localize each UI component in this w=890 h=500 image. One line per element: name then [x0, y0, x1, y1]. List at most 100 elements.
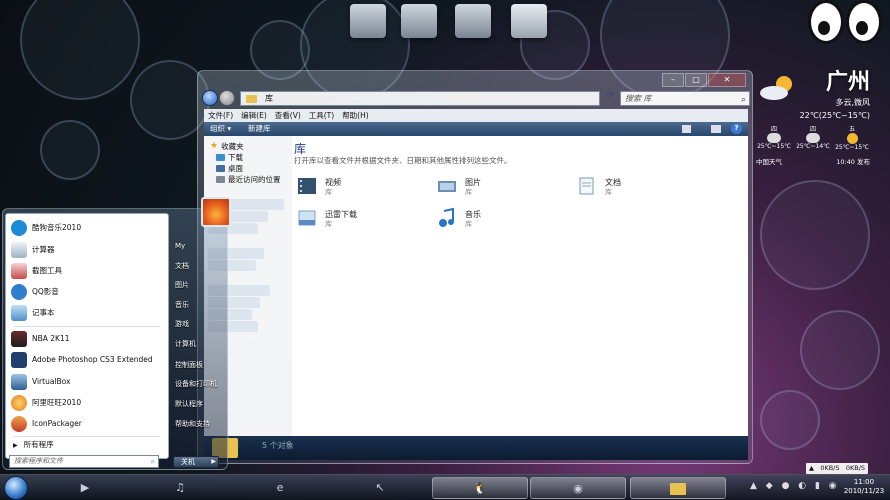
wallpaper-bubble — [20, 0, 140, 100]
command-bar: 组织 ▾ 新建库 ? — [204, 122, 748, 136]
net-up-value: 0KB/S — [820, 464, 840, 472]
explorer-window[interactable]: – □ ✕ 库 ⟳ 搜索 库 ⌕ 文件(F) 编辑(E) 查看(V) 工具(T)… — [197, 70, 753, 464]
nba-icon — [11, 330, 27, 347]
start-button[interactable] — [4, 476, 28, 500]
nav-desktop[interactable]: 桌面 — [210, 163, 281, 174]
chevron-right-icon[interactable]: ▶ — [211, 457, 216, 467]
search-placeholder: 搜索 库 — [625, 94, 652, 103]
shutdown-button[interactable]: 关机 ▶ — [173, 456, 219, 468]
nav-recent[interactable]: 最近访问的位置 — [210, 174, 281, 185]
arrow-icon[interactable]: ↖ — [365, 477, 395, 499]
music-icon[interactable]: ♫ — [165, 477, 195, 499]
forecast-day-range: 25℃~15℃ — [757, 143, 791, 150]
menu-edit[interactable]: 编辑(E) — [237, 109, 271, 122]
program-calculator[interactable]: 计算器 — [6, 239, 168, 260]
taskbar-qq[interactable]: 🐧 — [432, 477, 528, 499]
address-text: 库 — [265, 94, 273, 103]
explorer-folder-icon — [670, 483, 686, 495]
program-label: Adobe Photoshop CS3 Extended — [32, 355, 153, 364]
forecast-day: 四 25℃~15℃ — [756, 124, 792, 151]
partly-cloudy-icon — [760, 76, 792, 100]
place-documents[interactable]: 文档 — [175, 259, 231, 273]
music-box-icon[interactable] — [455, 4, 491, 38]
program-virtualbox[interactable]: VirtualBox — [6, 371, 168, 392]
maximize-button[interactable]: □ — [685, 73, 707, 87]
menu-tools[interactable]: 工具(T) — [305, 109, 338, 122]
place-help-support[interactable]: 帮助和支持 — [175, 417, 231, 431]
library-videos[interactable]: 视频 库 — [296, 173, 436, 201]
scissors-icon — [11, 262, 27, 279]
downloads-icon — [216, 154, 225, 161]
system-tray[interactable]: ▲ ◆ ● ◐ ▮ ◉ — [750, 481, 840, 491]
star-icon: ★ — [210, 141, 219, 151]
recycle-bin-icon[interactable] — [511, 4, 547, 38]
net-down-value: 0KB/S — [845, 464, 865, 472]
user-avatar[interactable] — [201, 197, 231, 227]
library-type: 库 — [465, 188, 472, 196]
program-aliwangwang[interactable]: 阿里旺旺2010 — [6, 392, 168, 413]
view-options-icon[interactable] — [682, 125, 691, 133]
place-devices-printers[interactable]: 设备和打印机 — [175, 377, 231, 391]
place-music[interactable]: 音乐 — [175, 298, 231, 312]
menu-view[interactable]: 查看(V) — [271, 109, 305, 122]
nav-downloads[interactable]: 下载 — [210, 152, 281, 163]
program-kugou[interactable]: 酷狗音乐2010 — [6, 217, 168, 238]
sun-icon — [846, 133, 858, 144]
new-library-button[interactable]: 新建库 — [248, 122, 271, 136]
preview-pane-icon[interactable] — [711, 125, 721, 133]
forecast-day-range: 25℃~14℃ — [796, 143, 830, 150]
program-label: 阿里旺旺2010 — [32, 398, 82, 407]
clock[interactable]: 11:00 2010/11/23 — [840, 478, 888, 496]
program-notepad[interactable]: 记事本 — [6, 302, 168, 323]
taskbar-media[interactable]: ◉ — [530, 477, 626, 499]
library-documents[interactable]: 文档 库 — [576, 173, 716, 201]
menu-help[interactable]: 帮助(H) — [338, 109, 373, 122]
program-snipping-tool[interactable]: 截图工具 — [6, 260, 168, 281]
all-programs-button[interactable]: ▶ 所有程序 — [6, 438, 168, 452]
library-pictures[interactable]: 图片 库 — [436, 173, 576, 201]
right-eye — [846, 0, 882, 44]
place-pictures[interactable]: 图片 — [175, 278, 231, 292]
library-music[interactable]: 音乐 库 — [436, 205, 576, 233]
media-player-icon[interactable]: ▶ — [70, 477, 100, 499]
library-type: 库 — [465, 220, 472, 228]
library-thunder-downloads[interactable]: 迅雷下载 库 — [296, 205, 436, 233]
favorites-group: ★ 收藏夹 下载 桌面 最近访问的位置 — [210, 141, 281, 185]
network-meter: ▲ 0KB/S 0KB/S — [806, 463, 868, 474]
start-search-input[interactable]: 搜索程序和文件 ⌕ — [9, 455, 159, 468]
place-control-panel[interactable]: 控制面板 — [175, 358, 231, 372]
monitor-icon[interactable] — [350, 4, 386, 38]
minimize-button[interactable]: – — [662, 73, 684, 87]
address-bar[interactable]: 库 — [240, 91, 600, 106]
ie-icon[interactable]: e — [265, 477, 295, 499]
nav-favorites[interactable]: ★ 收藏夹 — [210, 141, 281, 152]
program-photoshop[interactable]: Adobe Photoshop CS3 Extended — [6, 349, 168, 370]
menu-file[interactable]: 文件(F) — [204, 109, 237, 122]
refresh-icon[interactable]: ⟳ — [604, 91, 616, 105]
printer-icon[interactable] — [401, 4, 437, 38]
qqplayer-icon — [11, 283, 27, 300]
program-qqplayer[interactable]: QQ影音 — [6, 281, 168, 302]
triangle-right-icon: ▶ — [13, 442, 18, 449]
taskbar-explorer[interactable] — [630, 477, 726, 499]
close-button[interactable]: ✕ — [708, 73, 746, 87]
search-icon[interactable]: ⌕ — [741, 94, 746, 107]
program-iconpackager[interactable]: IconPackager — [6, 413, 168, 434]
start-search-placeholder: 搜索程序和文件 — [14, 457, 63, 465]
place-default-programs[interactable]: 默认程序 — [175, 397, 231, 411]
organize-button[interactable]: 组织 ▾ — [210, 122, 231, 136]
page-description: 打开库以查看文件并根据文件夹、日期和其他属性排列这些文件。 — [294, 156, 512, 165]
forecast-day-range: 25℃~15℃ — [835, 144, 869, 151]
virtualbox-icon — [11, 373, 27, 390]
search-input[interactable]: 搜索 库 ⌕ — [620, 91, 750, 106]
program-nba2k11[interactable]: NBA 2K11 — [6, 328, 168, 349]
weather-gadget[interactable]: 广州 多云,微风 22℃(25℃~15℃) 四 25℃~15℃ 四 25℃~14… — [756, 64, 870, 170]
back-button[interactable] — [202, 90, 218, 106]
place-user[interactable]: My — [175, 239, 231, 253]
help-icon[interactable]: ? — [731, 123, 742, 134]
place-games[interactable]: 游戏 — [175, 317, 231, 331]
taskbar: ▶ ♫ e ↖ 🐧 ◉ ▲ ◆ ● ◐ ▮ ◉ 11:00 2010/11/23 — [0, 474, 890, 500]
place-computer[interactable]: 计算机 — [175, 337, 231, 351]
weather-forecast: 四 25℃~15℃ 四 25℃~14℃ 五 25℃~15℃ — [756, 124, 870, 151]
forward-button[interactable] — [219, 90, 235, 106]
